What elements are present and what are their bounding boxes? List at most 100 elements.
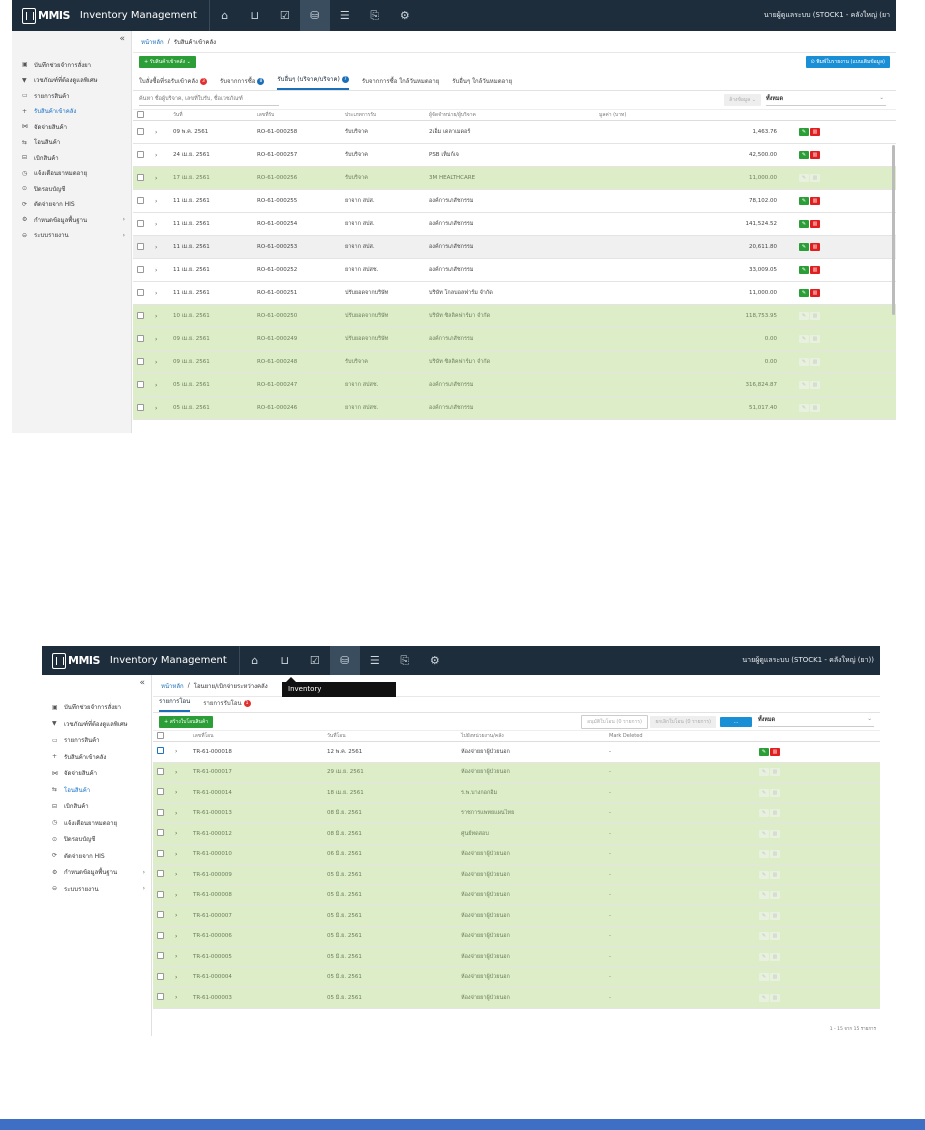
chevron-right-icon[interactable]: ›: [175, 912, 177, 919]
sidebar-item-box[interactable]: ⊟ เบิกสินค้า: [12, 150, 131, 166]
sidebar-item-check[interactable]: ⊙ ปิดรอบบัญชี: [42, 831, 151, 848]
clear-filter-button[interactable]: ล้างข้อมูล ⌄: [724, 94, 761, 106]
row-checkbox[interactable]: [137, 380, 144, 388]
chevron-right-icon[interactable]: ›: [155, 405, 157, 412]
cart-icon[interactable]: ⊔: [240, 0, 270, 31]
table-row[interactable]: › TR-61-000006 05 มิ.ย. 2561 ห้องจ่ายยาผู้ป…: [153, 926, 880, 947]
edit-icon[interactable]: ✎: [759, 911, 769, 920]
sidebar-item-issue[interactable]: ⋈ จัดจ่ายสินค้า: [42, 765, 151, 782]
row-checkbox[interactable]: [137, 219, 144, 227]
edit-icon[interactable]: ✎: [759, 973, 769, 982]
edit-icon[interactable]: ✎: [759, 829, 769, 838]
edit-icon[interactable]: ✎: [759, 809, 769, 818]
table-row[interactable]: › TR-61-000012 08 มิ.ย. 2561 ศูนย์ทดสอบ - ✎ ▥: [153, 823, 880, 845]
approve-transfer-button[interactable]: อนุมัติใบโอน (0 รายการ): [581, 714, 648, 729]
row-checkbox[interactable]: [137, 173, 144, 181]
breadcrumb-home[interactable]: หน้าหลัก: [161, 681, 184, 691]
delete-icon[interactable]: ▥: [810, 128, 820, 136]
edit-icon[interactable]: ✎: [799, 266, 809, 274]
row-checkbox[interactable]: [157, 931, 164, 939]
gear-icon[interactable]: ⚙: [390, 0, 420, 31]
column-header[interactable]: [133, 109, 151, 121]
row-checkbox[interactable]: [137, 288, 144, 296]
chevron-right-icon[interactable]: ›: [175, 871, 177, 878]
delete-icon[interactable]: ▥: [810, 289, 820, 297]
sidebar-item-box[interactable]: ⊟ เบิกสินค้า: [42, 798, 151, 815]
checkbox-icon[interactable]: ☑: [270, 0, 300, 31]
edit-icon[interactable]: ✎: [799, 312, 809, 320]
chevron-right-icon[interactable]: ›: [175, 789, 177, 796]
scrollbar[interactable]: [892, 145, 895, 315]
user-menu[interactable]: นายผู้ดูแลระบบ (STOCK1 - คลังใหญ่ (ยา: [764, 10, 890, 21]
column-header[interactable]: [153, 730, 171, 742]
chevron-right-icon[interactable]: ›: [175, 851, 177, 858]
table-row[interactable]: › 11 เม.ย. 2561 RO-61-000255 ยาจาก สปส. องค์…: [133, 189, 896, 213]
edit-icon[interactable]: ✎: [799, 174, 809, 182]
tab-3[interactable]: รับอื่นๆ (บริจาค/บริจาค) 7: [277, 74, 349, 90]
search-input[interactable]: ค้นหา ชื่อผู้บริจาค, เลขที่ใบรับ, ชื่อเว…: [139, 95, 279, 106]
table-row[interactable]: › 11 เม.ย. 2561 RO-61-000254 ยาจาก สปส. องค์…: [133, 212, 896, 236]
receive-goods-button[interactable]: + รับสินค้าเข้าคลัง ⌄: [139, 56, 196, 68]
chevron-right-icon[interactable]: ›: [155, 313, 157, 320]
inventory-icon[interactable]: ⛁: [329, 646, 360, 675]
row-checkbox[interactable]: [157, 952, 164, 960]
home-icon[interactable]: ⌂: [210, 0, 240, 31]
sidebar-item-transfer[interactable]: ⇆ โอนสินค้า: [42, 782, 151, 799]
edit-icon[interactable]: ✎: [799, 197, 809, 205]
row-checkbox[interactable]: [137, 196, 144, 204]
edit-icon[interactable]: ✎: [759, 850, 769, 859]
table-row[interactable]: › TR-61-000008 05 มิ.ย. 2561 ห้องจ่ายยาผู้ป…: [153, 885, 880, 906]
sidebar-item-report[interactable]: ⊖ ระบบรายงาน ›: [12, 228, 131, 244]
row-checkbox[interactable]: [157, 890, 164, 898]
delete-icon[interactable]: ▥: [770, 870, 780, 879]
edit-icon[interactable]: ✎: [759, 891, 769, 900]
row-checkbox[interactable]: [157, 972, 164, 980]
more-button[interactable]: ...: [720, 716, 752, 727]
tab-1[interactable]: ใบสั่งซื้อที่รอรับเข้าคลัง 3: [139, 76, 207, 90]
table-row[interactable]: › 09 เม.ย. 2561 RO-61-000248 รับบริจาค บริษั…: [133, 350, 896, 374]
table-row[interactable]: › 09 พ.ค. 2561 RO-61-000258 รับบริจาค 2เอ็ม …: [133, 120, 896, 144]
home-icon[interactable]: ⌂: [240, 646, 270, 675]
table-row[interactable]: › 17 เม.ย. 2561 RO-61-000256 รับบริจาค 3M HE…: [133, 166, 896, 190]
chevron-right-icon[interactable]: ›: [155, 152, 157, 159]
chevron-right-icon[interactable]: ›: [175, 974, 177, 981]
delete-icon[interactable]: ▥: [770, 809, 780, 818]
sidebar-item-clipboard[interactable]: ▣ บันทึกช่วยจำการสั่งยา: [42, 699, 151, 716]
cart-icon[interactable]: ⊔: [270, 646, 300, 675]
table-row[interactable]: › 05 เม.ย. 2561 RO-61-000247 ยาจาก สปสช. องค…: [133, 373, 896, 397]
tab-1[interactable]: รายการโอน: [159, 696, 191, 712]
table-row[interactable]: › 10 เม.ย. 2561 RO-61-000250 ปรับยอดจากบริษ…: [133, 304, 896, 328]
delete-icon[interactable]: ▥: [810, 151, 820, 159]
chevron-right-icon[interactable]: ›: [155, 175, 157, 182]
print-report-button[interactable]: ⊙ พิมพ์ใบรายงาน (แบบเติมข้อมูล): [805, 56, 890, 68]
chevron-right-icon[interactable]: ›: [155, 290, 157, 297]
chevron-right-icon[interactable]: ›: [155, 267, 157, 274]
collapse-icon[interactable]: «: [139, 678, 145, 688]
document-icon[interactable]: ⎘: [390, 646, 420, 675]
chevron-right-icon[interactable]: ›: [155, 198, 157, 205]
delete-icon[interactable]: ▥: [770, 973, 780, 982]
table-row[interactable]: › 11 เม.ย. 2561 RO-61-000253 ยาจาก สปส. องค์…: [133, 235, 896, 259]
edit-icon[interactable]: ✎: [759, 788, 769, 797]
database-icon[interactable]: ☰: [360, 646, 390, 675]
row-checkbox[interactable]: [157, 993, 164, 1001]
delete-icon[interactable]: ▥: [810, 266, 820, 274]
checkbox-icon[interactable]: ☑: [300, 646, 330, 675]
tab-5[interactable]: รับอื่นๆ ใกล้วันหมดอายุ: [452, 76, 512, 90]
edit-icon[interactable]: ✎: [799, 243, 809, 251]
table-row[interactable]: › TR-61-000004 05 มิ.ย. 2561 ห้องจ่ายยาผู้ป…: [153, 967, 880, 988]
delete-icon[interactable]: ▥: [810, 404, 820, 412]
delete-icon[interactable]: ▥: [770, 747, 780, 756]
table-row[interactable]: › TR-61-000003 05 มิ.ย. 2561 ห้องจ่ายยาผู้ป…: [153, 987, 880, 1009]
sidebar-item-alert[interactable]: ▼ เวชภัณฑ์ที่ต้องดูแลพิเศษ: [42, 716, 151, 733]
select-all-checkbox[interactable]: [157, 731, 164, 739]
delete-icon[interactable]: ▥: [770, 891, 780, 900]
edit-icon[interactable]: ✎: [759, 870, 769, 879]
gear-icon[interactable]: ⚙: [420, 646, 450, 675]
edit-icon[interactable]: ✎: [799, 128, 809, 136]
edit-icon[interactable]: ✎: [759, 747, 769, 756]
table-row[interactable]: › TR-61-000005 05 มิ.ย. 2561 ห้องจ่ายยาผู้ป…: [153, 946, 880, 968]
row-checkbox[interactable]: [137, 334, 144, 342]
cancel-transfer-button[interactable]: ยกเลิกใบโอน (0 รายการ): [650, 715, 716, 728]
delete-icon[interactable]: ▥: [810, 220, 820, 228]
